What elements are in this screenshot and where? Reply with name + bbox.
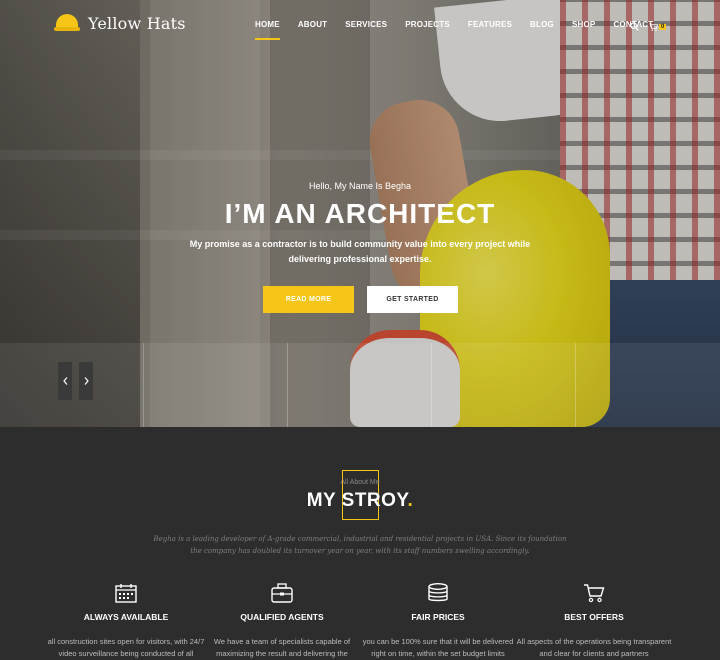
get-started-button[interactable]: GET STARTED (367, 286, 458, 313)
feature-text: you can be 100% sure that it will be del… (362, 637, 514, 658)
feature-text: All aspects of the operations being tran… (516, 637, 672, 658)
feature-always-available: ALWAYS AVAILABLE all construction sites … (46, 583, 206, 660)
chevron-left-icon (62, 377, 67, 385)
hero-subtitle: My promise as a contractor is to build c… (189, 239, 531, 264)
slider-prev-button[interactable] (58, 362, 72, 400)
database-icon (358, 583, 518, 605)
calendar-icon (46, 583, 206, 605)
about-section: All About Me MY STROY. Begha is a leadin… (0, 427, 720, 660)
feature-title: FAIR PRICES (411, 612, 465, 622)
feature-title: QUALIFIED AGENTS (240, 612, 324, 622)
cart-icon (514, 583, 674, 605)
chevron-right-icon (84, 377, 89, 385)
feature-title: ALWAYS AVAILABLE (83, 612, 169, 622)
feature-best-offers: BEST OFFERS All aspects of the operation… (514, 583, 674, 660)
hero-headline: I’M AN ARCHITECT (224, 198, 496, 229)
hero-greeting: Hello, My Name Is Begha (308, 181, 412, 191)
feature-qualified-agents: QUALIFIED AGENTS We have a team of speci… (202, 583, 362, 660)
section-description: Begha is a leading developer of A-grade … (153, 535, 567, 555)
feature-text: all construction sites open for visitors… (47, 637, 205, 658)
feature-fair-prices: FAIR PRICES you can be 100% sure that it… (358, 583, 518, 660)
feature-title: BEST OFFERS (564, 612, 624, 622)
briefcase-icon (202, 583, 362, 605)
section-title: MY STROY. (306, 490, 414, 511)
section-eyebrow: All About Me (340, 479, 380, 486)
slider-next-button[interactable] (79, 362, 93, 400)
feature-text: We have a team of specialists capable of… (213, 637, 351, 658)
read-more-button[interactable]: READ MORE (263, 286, 354, 313)
